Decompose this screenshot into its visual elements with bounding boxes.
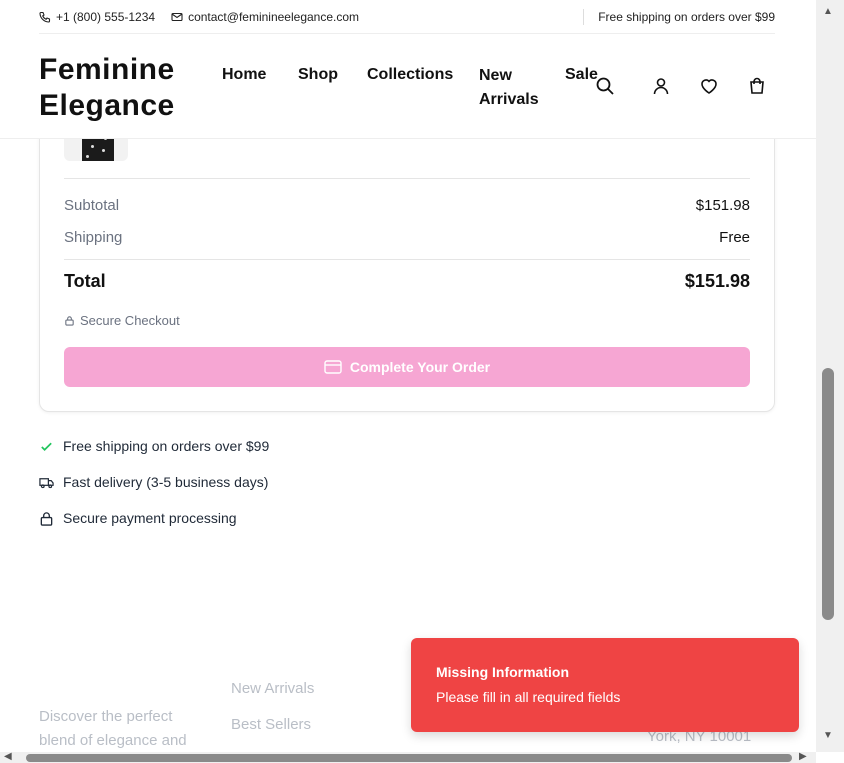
subtotal-row: Subtotal $151.98 bbox=[64, 197, 750, 214]
heart-icon[interactable] bbox=[699, 76, 719, 96]
nav-new-arrivals-line2: Arrivals bbox=[479, 91, 539, 108]
nav-new-arrivals[interactable]: New Arrivals bbox=[479, 64, 539, 112]
nav-home[interactable]: Home bbox=[222, 66, 266, 84]
footer-tagline-line2: blend of elegance and bbox=[39, 732, 187, 749]
nav-collections[interactable]: Collections bbox=[367, 66, 453, 84]
phone-icon bbox=[39, 11, 51, 23]
secure-checkout-note: Secure Checkout bbox=[64, 313, 180, 328]
toast-message: Please fill in all required fields bbox=[436, 689, 621, 705]
scrollbar-corner bbox=[816, 752, 844, 763]
subtotal-label: Subtotal bbox=[64, 197, 120, 214]
divider bbox=[583, 9, 584, 25]
list-item: Fast delivery (3-5 business days) bbox=[39, 472, 269, 492]
scroll-right-icon[interactable]: ▶ bbox=[799, 751, 807, 762]
lock-icon bbox=[40, 511, 53, 526]
scroll-up-icon[interactable]: ▲ bbox=[821, 6, 835, 17]
perks-list: Free shipping on orders over $99 Fast de… bbox=[39, 436, 269, 544]
cart-icon[interactable] bbox=[747, 76, 767, 96]
phone-number: +1 (800) 555-1234 bbox=[56, 9, 156, 24]
scrollbar-thumb[interactable] bbox=[26, 754, 792, 762]
scrollbar-thumb[interactable] bbox=[822, 368, 834, 620]
perk-text: Secure payment processing bbox=[63, 510, 237, 526]
site-logo[interactable]: Feminine Elegance bbox=[39, 52, 175, 124]
user-icon[interactable] bbox=[651, 76, 671, 96]
shipping-banner: Free shipping on orders over $99 bbox=[598, 10, 775, 24]
site-header: +1 (800) 555-1234 contact@feminineelegan… bbox=[0, 0, 816, 139]
logo-line1: Feminine bbox=[39, 53, 175, 86]
top-bar: +1 (800) 555-1234 contact@feminineelegan… bbox=[39, 0, 775, 34]
vertical-scrollbar[interactable]: ▲ ▼ bbox=[816, 0, 844, 752]
credit-card-icon bbox=[324, 360, 342, 374]
total-label: Total bbox=[64, 271, 106, 291]
perk-text: Fast delivery (3-5 business days) bbox=[63, 474, 269, 490]
toast-title: Missing Information bbox=[436, 664, 569, 680]
email-address: contact@feminineelegance.com bbox=[188, 9, 360, 24]
error-toast[interactable]: Missing Information Please fill in all r… bbox=[411, 638, 799, 732]
truck-icon bbox=[39, 477, 54, 488]
check-icon bbox=[41, 442, 52, 451]
total-value: $151.98 bbox=[684, 271, 750, 291]
order-summary-card: Subtotal $151.98 Shipping Free Total $15… bbox=[39, 100, 775, 412]
divider bbox=[64, 178, 750, 179]
list-item: Free shipping on orders over $99 bbox=[39, 436, 269, 456]
phone-contact[interactable]: +1 (800) 555-1234 bbox=[39, 10, 155, 24]
footer-link-best-sellers[interactable]: Best Sellers bbox=[231, 716, 311, 733]
scroll-down-icon[interactable]: ▼ bbox=[821, 730, 835, 741]
nav-shop[interactable]: Shop bbox=[298, 66, 338, 84]
shipping-label: Shipping bbox=[64, 229, 123, 246]
lock-icon bbox=[65, 316, 74, 326]
complete-order-label: Complete Your Order bbox=[349, 359, 491, 375]
subtotal-value: $151.98 bbox=[695, 197, 750, 214]
footer-tagline-line1: Discover the perfect bbox=[39, 708, 173, 725]
footer-link-new-arrivals[interactable]: New Arrivals bbox=[231, 680, 314, 697]
total-row: Total $151.98 bbox=[64, 271, 750, 292]
logo-line2: Elegance bbox=[39, 89, 175, 122]
scroll-left-icon[interactable]: ◀ bbox=[4, 751, 12, 762]
mail-icon bbox=[171, 12, 183, 21]
shipping-value: Free bbox=[719, 229, 750, 246]
horizontal-scrollbar[interactable]: ◀ ▶ bbox=[0, 751, 816, 763]
nav-sale[interactable]: Sale bbox=[565, 66, 598, 84]
secure-checkout-label: Secure Checkout bbox=[80, 313, 180, 328]
nav-new-arrivals-line1: New bbox=[479, 67, 512, 84]
search-icon[interactable] bbox=[595, 76, 615, 96]
email-contact[interactable]: contact@feminineelegance.com bbox=[171, 10, 359, 24]
complete-order-button[interactable]: Complete Your Order bbox=[64, 347, 750, 387]
perk-text: Free shipping on orders over $99 bbox=[63, 438, 270, 454]
list-item: Secure payment processing bbox=[39, 508, 269, 528]
shipping-row: Shipping Free bbox=[64, 229, 750, 246]
divider bbox=[64, 259, 750, 260]
